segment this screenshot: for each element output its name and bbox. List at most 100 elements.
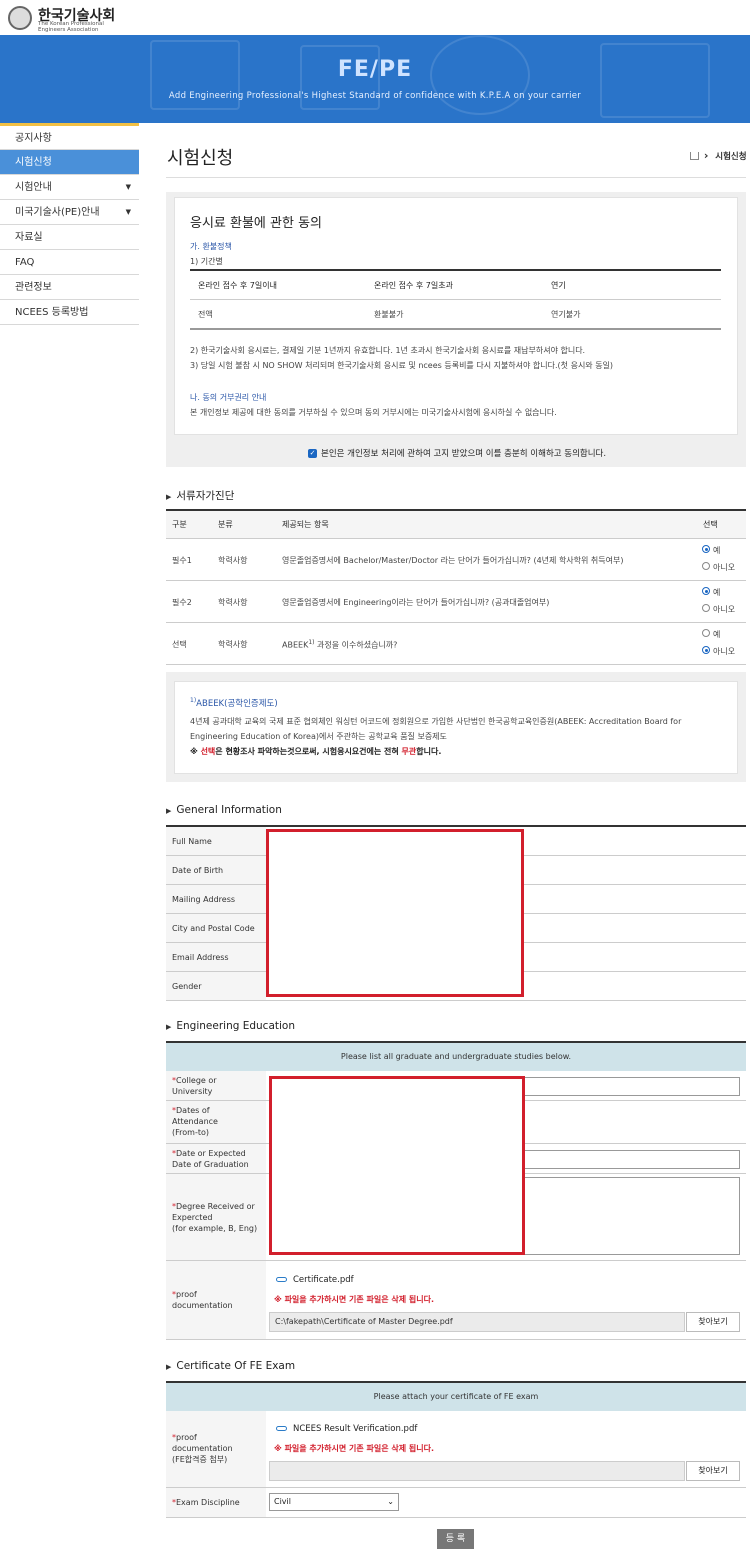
self-check-item: ABEEK1) 과정을 이수하셨습니까?: [282, 639, 397, 651]
fe-proof-label-line: proof: [176, 1433, 197, 1442]
general-info-label: Mailing Address: [172, 895, 236, 904]
abeek-note-emph: 선택: [200, 747, 216, 756]
sidebar-item[interactable]: 미국기술사(PE)안내 ▼: [0, 200, 139, 225]
row-divider: [166, 1339, 746, 1340]
radio-no[interactable]: [702, 562, 710, 570]
sidebar-item-label: FAQ: [15, 257, 35, 268]
abeek-note-box: [174, 681, 738, 774]
sidebar-item-label: 자료실: [15, 232, 43, 243]
abeek-note-emph: 무관: [401, 747, 417, 756]
exam-discipline-select[interactable]: Civil ⌄: [269, 1493, 399, 1511]
breadcrumb: › 시험신청: [690, 149, 747, 162]
self-check-header: 분류: [218, 520, 233, 529]
radio-yes-label[interactable]: 예: [713, 629, 720, 640]
self-check-type: 필수1: [172, 556, 192, 565]
education-heading: ▶ Engineering Education: [166, 1020, 295, 1032]
radio-yes-label[interactable]: 예: [713, 587, 720, 598]
sidebar-item[interactable]: 시험신청: [0, 150, 139, 175]
general-info-label: Gender: [172, 982, 202, 991]
file-replace-warning: ※ 파일을 추가하시면 기존 파일은 삭제 됩니다.: [274, 1295, 435, 1304]
self-check-heading: ▶ 서류자가진단: [166, 488, 234, 503]
general-info-label: Date of Birth: [172, 866, 224, 875]
radio-yes[interactable]: [702, 587, 710, 595]
existing-file-name[interactable]: Certificate.pdf: [293, 1275, 354, 1285]
row-divider: [166, 664, 746, 665]
fe-existing-file[interactable]: NCEES Result Verification.pdf: [276, 1424, 417, 1434]
college-label-line: College or: [176, 1076, 217, 1085]
radio-yes[interactable]: [702, 545, 710, 553]
dates-label-line: Attendance: [172, 1117, 218, 1126]
college-label: *College or University: [172, 1075, 217, 1097]
sidebar-item-label: 관련정보: [15, 282, 52, 293]
sidebar-item[interactable]: 관련정보: [0, 275, 139, 300]
exam-discipline-value: Civil: [274, 1497, 291, 1506]
sidebar-nav: 공지사항 시험신청 시험안내 ▼ 미국기술사(PE)안내 ▼ 자료실 FAQ 관련정보 NCEES…: [0, 123, 139, 325]
sidebar-item-label: NCEES 등록방법: [15, 307, 89, 318]
self-check-type: 필수2: [172, 598, 192, 607]
agree-label[interactable]: 본인은 개인정보 처리에 관하여 고지 받았으며 이를 충분히 이해하고 동의합…: [321, 447, 606, 459]
agree-checkbox[interactable]: ✓: [308, 449, 317, 458]
dates-label-line: (From-to): [172, 1128, 209, 1137]
degree-label-line: Expercted: [172, 1213, 213, 1222]
self-check-item-tail: 과정을 이수하셨습니까?: [314, 640, 398, 650]
proof-label: *proof documentation: [172, 1289, 233, 1311]
self-check-item: 영문졸업증명서에 Bachelor/Master/Doctor 라는 단어가 들…: [282, 555, 624, 566]
hero-banner: FE/PE Add Engineering Professional's Hig…: [0, 35, 750, 123]
degree-label-line: Degree Received or: [176, 1202, 255, 1211]
education-banner-text: Please list all graduate and undergradua…: [340, 1052, 572, 1061]
abeek-note-line3: ※ 선택은 현황조사 파악하는것으로써, 시험응시요건에는 전혀 무관합니다.: [190, 746, 441, 757]
fe-browse-button[interactable]: 찾아보기: [686, 1461, 740, 1481]
consent-section-b: 나. 동의 거부권리 안내: [190, 393, 267, 402]
fe-proof-label-line: (FE합격증 첨부): [172, 1455, 228, 1464]
refund-table-cell: 환불불가: [374, 310, 404, 319]
breadcrumb-current[interactable]: 시험신청: [715, 152, 746, 162]
general-info-heading: ▶ General Information: [166, 804, 282, 816]
browse-button[interactable]: 찾아보기: [686, 1312, 740, 1332]
radio-yes[interactable]: [702, 629, 710, 637]
self-check-category: 학력사항: [218, 556, 248, 565]
degree-textarea[interactable]: [520, 1177, 740, 1255]
graduation-date-input[interactable]: [520, 1150, 740, 1169]
abeek-note-title-label: ABEEK(공학인증제도): [196, 699, 278, 709]
sidebar-item[interactable]: 자료실: [0, 225, 139, 250]
sidebar-item[interactable]: FAQ: [0, 250, 139, 275]
general-info-label: Email Address: [172, 953, 229, 962]
sidebar-item-label: 미국기술사(PE)안내: [15, 207, 100, 218]
exam-discipline-label: *Exam Discipline: [172, 1497, 240, 1508]
abeek-note-title: 1)ABEEK(공학인증제도): [190, 697, 278, 709]
existing-file[interactable]: Certificate.pdf: [276, 1275, 354, 1285]
submit-button[interactable]: 등 록: [437, 1529, 474, 1549]
self-check-type: 선택: [172, 640, 187, 649]
proof-label-line: proof: [176, 1290, 197, 1299]
paperclip-icon: [276, 1277, 287, 1282]
radio-yes-label[interactable]: 예: [713, 545, 720, 556]
triangle-bullet-icon: ▶: [166, 493, 172, 501]
row-divider: [166, 1517, 746, 1518]
self-check-header: 구분: [172, 520, 187, 529]
radio-no-label[interactable]: 아니오: [713, 562, 735, 573]
education-heading-label: Engineering Education: [176, 1020, 296, 1032]
college-input[interactable]: [520, 1077, 740, 1096]
refund-table-header: 온라인 접수 후 7일초과: [374, 281, 453, 290]
abeek-note-line2: Engineering Education of Korea)에서 주관하는 공…: [190, 732, 447, 741]
general-info-label: City and Postal Code: [172, 924, 255, 933]
sidebar-item[interactable]: NCEES 등록방법: [0, 300, 139, 325]
consent-section-b-text: 본 개인정보 제공에 대한 동의를 거부하실 수 있으며 동의 거부시에는 미국…: [190, 408, 557, 417]
sidebar-item[interactable]: 시험안내 ▼: [0, 175, 139, 200]
row-divider: [166, 1260, 746, 1261]
triangle-bullet-icon: ▶: [166, 807, 172, 815]
logo-emblem-icon[interactable]: [8, 6, 32, 30]
fe-existing-file-name[interactable]: NCEES Result Verification.pdf: [293, 1424, 417, 1434]
radio-no[interactable]: [702, 604, 710, 612]
chevron-down-icon: ⌄: [387, 1497, 394, 1506]
radio-no[interactable]: [702, 646, 710, 654]
radio-no-label[interactable]: 아니오: [713, 604, 735, 615]
graduation-label: *Date or Expected Date of Graduation: [172, 1148, 249, 1170]
sidebar-item[interactable]: 공지사항: [0, 123, 139, 150]
file-path-input[interactable]: C:\fakepath\Certificate of Master Degree…: [269, 1312, 685, 1332]
fe-file-path-input[interactable]: [269, 1461, 685, 1481]
radio-no-label[interactable]: 아니오: [713, 646, 735, 657]
graduation-label-line: Date or Expected: [176, 1149, 246, 1158]
fe-exam-banner-text: Please attach your certificate of FE exa…: [373, 1392, 539, 1401]
home-icon[interactable]: [690, 152, 699, 160]
